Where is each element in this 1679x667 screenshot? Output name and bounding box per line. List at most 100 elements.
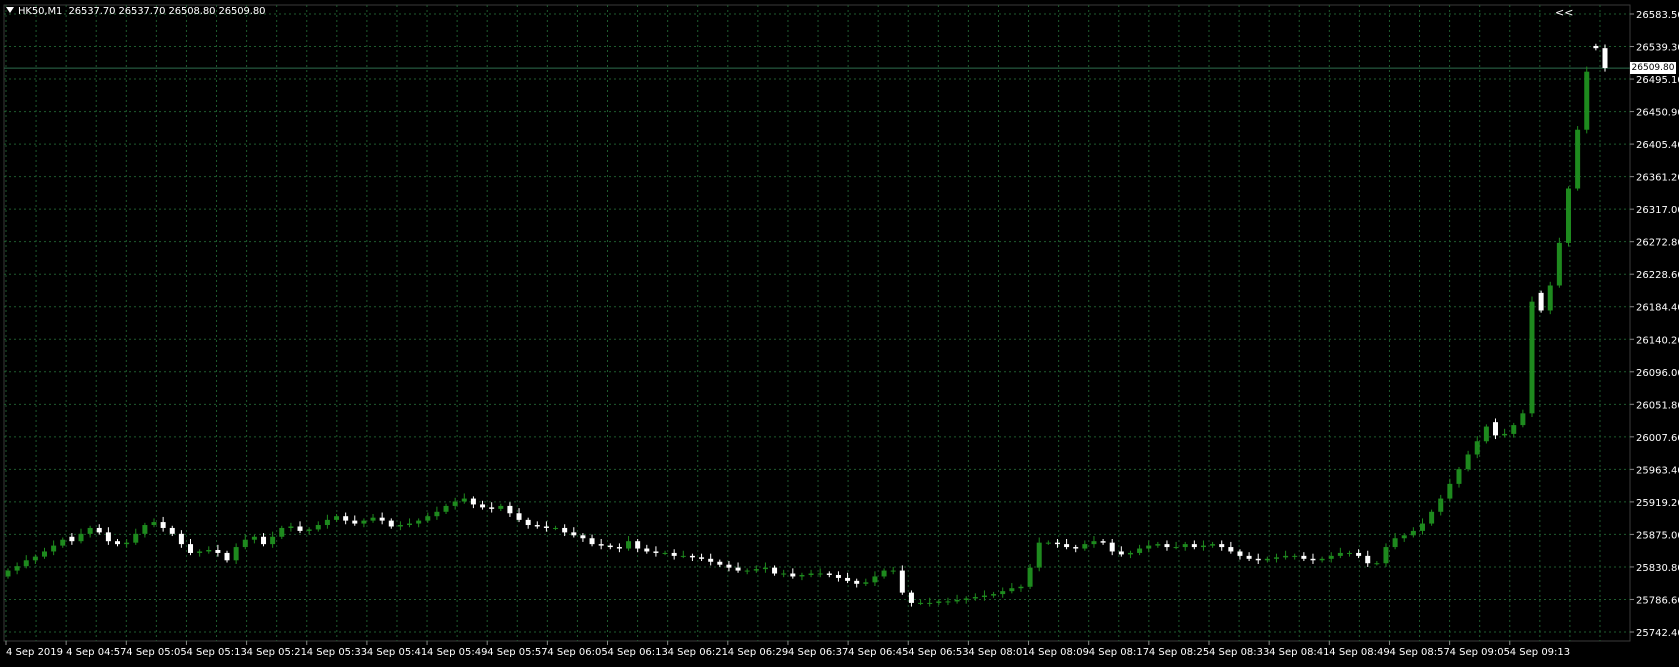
candle-body <box>699 557 705 559</box>
candle <box>352 515 358 526</box>
candle-body <box>1337 552 1343 556</box>
y-tick-label: 26007.60 <box>1636 433 1679 444</box>
candle-body <box>735 567 741 571</box>
candle-body <box>416 520 422 524</box>
chart-shift-button[interactable]: << <box>1553 6 1575 19</box>
candle <box>315 521 321 532</box>
candle <box>224 550 230 563</box>
candle <box>717 559 723 567</box>
candle-body <box>315 525 321 530</box>
candle <box>251 534 257 544</box>
candle-body <box>507 505 513 514</box>
candle-body <box>1064 544 1070 548</box>
candle-body <box>1374 563 1380 565</box>
candle <box>1365 550 1371 567</box>
candle <box>425 512 431 523</box>
candlestick-chart[interactable]: 26583.50 26539.30 26495.10 26450.90 26405.40… <box>0 0 1679 667</box>
candle-body <box>1191 544 1197 548</box>
candle <box>124 538 130 548</box>
low-price: 26508.80 <box>168 6 216 17</box>
y-tick-label: 25830.80 <box>1636 563 1679 574</box>
candle <box>972 593 978 601</box>
x-tick-label: 4 Sep 06:13 <box>608 647 668 658</box>
candle <box>1465 450 1471 472</box>
candle-body <box>178 533 184 545</box>
candle-body <box>461 498 467 502</box>
candle <box>87 525 93 538</box>
candle <box>863 578 869 587</box>
candle-body <box>534 525 540 527</box>
candle <box>1474 436 1480 459</box>
x-tick-label: 4 Sep 08:25 <box>1149 647 1209 658</box>
y-tick-label: 26495.10 <box>1636 75 1679 86</box>
candle-body <box>224 552 230 561</box>
candle-body <box>1137 548 1143 553</box>
x-tick-label: 4 Sep 05:57 <box>487 647 547 658</box>
candle-body <box>1584 71 1590 130</box>
candle <box>1456 466 1462 488</box>
candle-body <box>991 594 997 596</box>
y-tick-label: 26184.40 <box>1636 303 1679 314</box>
candle <box>726 561 732 572</box>
candle <box>489 502 495 513</box>
candle-body <box>945 601 951 603</box>
candle <box>279 525 285 539</box>
x-tick-label: 4 Sep 06:45 <box>848 647 908 658</box>
y-tick-label: 25963.40 <box>1636 465 1679 476</box>
candle-body <box>32 556 38 561</box>
candle <box>1511 422 1517 438</box>
candle-body <box>206 550 212 552</box>
candle <box>991 591 997 598</box>
dropdown-triangle-icon[interactable] <box>6 7 14 13</box>
candle <box>626 536 632 551</box>
candle <box>671 549 677 560</box>
candle-body <box>635 541 641 549</box>
candle-body <box>1401 535 1407 539</box>
candle-body <box>14 566 20 571</box>
candle <box>1228 541 1234 554</box>
candle-body <box>598 544 604 546</box>
x-tick-label: 4 Sep 09:05 <box>1450 647 1510 658</box>
y-tick-label: 26539.30 <box>1636 43 1679 54</box>
candle <box>1000 587 1006 598</box>
candle <box>1127 550 1133 559</box>
candle-body <box>1127 552 1133 555</box>
candle-body <box>1465 454 1471 470</box>
candle <box>288 522 294 532</box>
candle <box>1547 281 1553 315</box>
candle <box>662 550 668 556</box>
candle-body <box>1483 426 1489 442</box>
candle <box>899 565 905 595</box>
price-axis[interactable]: 26583.50 26539.30 26495.10 26450.90 26405.40… <box>1630 10 1679 639</box>
candle <box>571 527 577 538</box>
candle <box>334 513 340 523</box>
candle-body <box>954 599 960 602</box>
x-tick-label: 4 Sep 08:33 <box>1209 647 1269 658</box>
candle-body <box>671 552 677 556</box>
x-tick-label: 4 Sep 08:49 <box>1329 647 1389 658</box>
candle-body <box>470 498 476 505</box>
candle <box>1556 237 1562 288</box>
candle <box>434 506 440 520</box>
current-price-tag: 26509.80 <box>1630 62 1676 75</box>
candle <box>562 524 568 537</box>
candle <box>1319 556 1325 563</box>
candle-body <box>1511 425 1517 434</box>
candle <box>1383 543 1389 567</box>
candle-body <box>1328 555 1334 559</box>
candle-body <box>1346 552 1352 554</box>
x-tick-label: 4 Sep 06:37 <box>788 647 848 658</box>
candle-body <box>480 504 486 508</box>
candle-body <box>963 598 969 600</box>
candle-body <box>105 532 111 542</box>
candle <box>42 547 48 559</box>
candle-body <box>1529 301 1535 414</box>
candle <box>197 549 203 557</box>
candle <box>96 524 102 535</box>
time-axis[interactable]: 4 Sep 2019 4 Sep 04:57 4 Sep 05:05 4 Sep 05… <box>5 641 1570 658</box>
candle <box>598 538 604 550</box>
candle-body <box>1091 541 1097 545</box>
candle-body <box>343 516 349 521</box>
candle-body <box>1356 552 1362 556</box>
chart-window[interactable]: 26583.50 26539.30 26495.10 26450.90 26405.40… <box>0 0 1679 667</box>
